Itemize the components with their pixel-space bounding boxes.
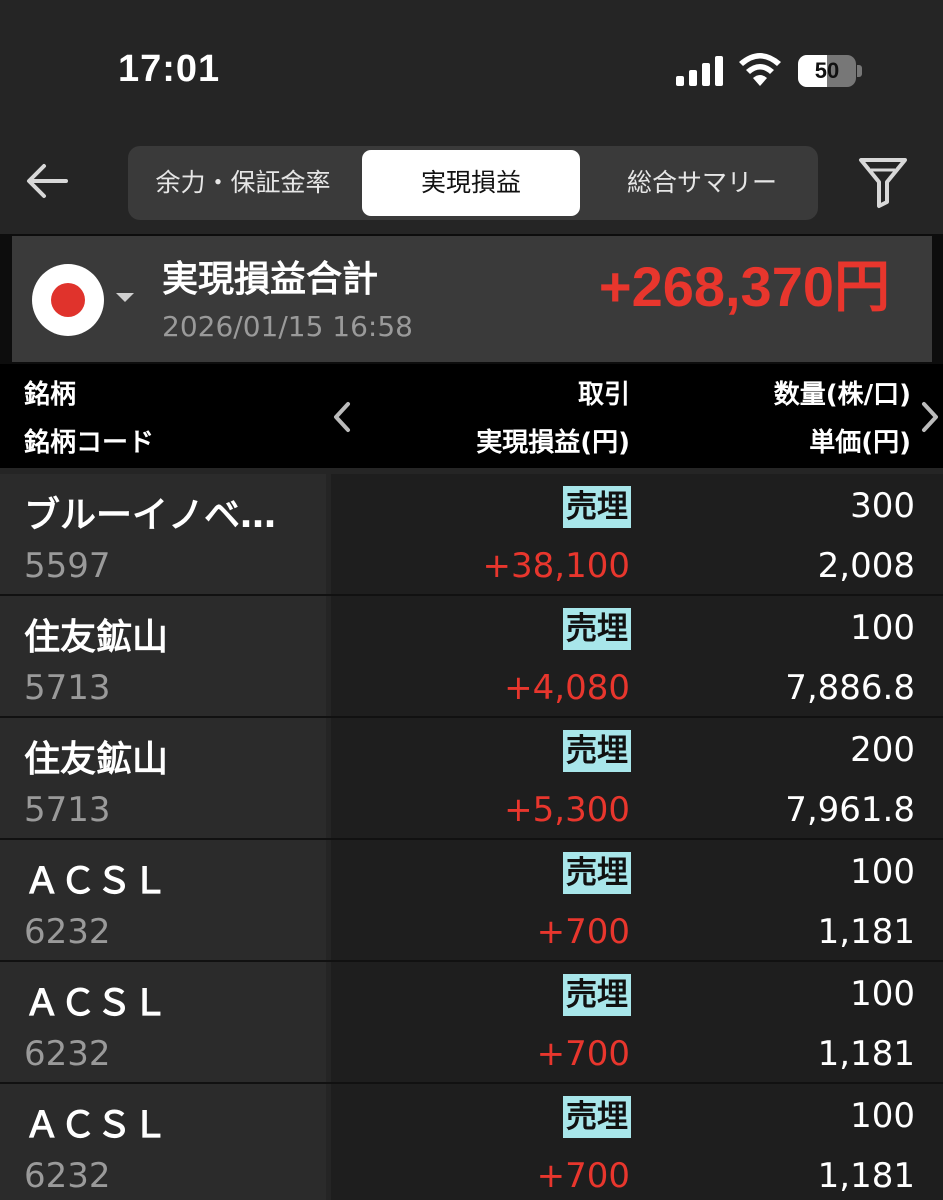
stock-name: 住友鉱山 bbox=[24, 617, 169, 658]
table-row[interactable]: ＡＣＳＬ 6232 売埋 +700 100 1,181 bbox=[0, 1084, 943, 1200]
unit-price: 2,008 bbox=[817, 546, 915, 586]
trade-type-badge: 売埋 bbox=[563, 852, 631, 894]
cellular-signal-icon bbox=[676, 56, 723, 86]
stock-code: 5713 bbox=[24, 668, 111, 708]
arrow-left-icon[interactable] bbox=[22, 158, 72, 204]
stock-name: ＡＣＳＬ bbox=[24, 861, 169, 902]
quantity: 100 bbox=[850, 974, 915, 1014]
trade-type-badge: 売埋 bbox=[563, 486, 631, 528]
table-header: 銘柄 銘柄コード 取引 実現損益(円) 数量(株/口) 単価(円) bbox=[0, 364, 943, 468]
status-time: 17:01 bbox=[118, 48, 221, 90]
table-row[interactable]: 住友鉱山 5713 売埋 +4,080 100 7,886.8 bbox=[0, 596, 943, 718]
table-row[interactable]: ＡＣＳＬ 6232 売埋 +700 100 1,181 bbox=[0, 962, 943, 1084]
summary-title: 実現損益合計 bbox=[162, 259, 379, 300]
unit-price: 1,181 bbox=[817, 1156, 915, 1196]
stock-code: 6232 bbox=[24, 1156, 111, 1196]
header-qty: 数量(株/口) bbox=[773, 380, 911, 410]
trade-type-badge: 売埋 bbox=[563, 730, 631, 772]
filter-icon[interactable] bbox=[855, 154, 911, 210]
status-bar: 17:01 50 bbox=[0, 0, 943, 130]
stock-name: ＡＣＳＬ bbox=[24, 983, 169, 1024]
header-trade: 取引 bbox=[577, 380, 630, 410]
trade-type-badge: 売埋 bbox=[563, 608, 631, 650]
quantity: 200 bbox=[850, 730, 915, 770]
table-row[interactable]: 住友鉱山 5713 売埋 +5,300 200 7,961.8 bbox=[0, 718, 943, 840]
summary-total: +268,370円 bbox=[598, 255, 890, 318]
trade-type-badge: 売埋 bbox=[563, 974, 631, 1016]
realized-pnl: +4,080 bbox=[504, 668, 630, 708]
table-row[interactable]: ＡＣＳＬ 6232 売埋 +700 100 1,181 bbox=[0, 840, 943, 962]
quantity: 100 bbox=[850, 1096, 915, 1136]
stock-name: ＡＣＳＬ bbox=[24, 1105, 169, 1146]
chevron-left-icon[interactable] bbox=[330, 400, 354, 434]
table-row[interactable]: ブルーイノベ… 5597 売埋 +38,100 300 2,008 bbox=[0, 474, 943, 596]
nav-bar: 余力・保証金率 実現損益 総合サマリー bbox=[0, 130, 943, 234]
summary-timestamp: 2026/01/15 16:58 bbox=[162, 310, 413, 343]
quantity: 100 bbox=[850, 608, 915, 648]
header-pnl: 実現損益(円) bbox=[476, 428, 630, 458]
header-price: 単価(円) bbox=[809, 428, 911, 458]
segmented-control: 余力・保証金率 実現損益 総合サマリー bbox=[128, 146, 818, 220]
stock-code: 5597 bbox=[24, 546, 111, 586]
market-dropdown-caret-icon[interactable] bbox=[116, 293, 134, 302]
unit-price: 1,181 bbox=[817, 1034, 915, 1074]
trades-list: ブルーイノベ… 5597 売埋 +38,100 300 2,008 住友鉱山 5… bbox=[0, 468, 943, 1200]
realized-pnl: +38,100 bbox=[482, 546, 630, 586]
unit-price: 7,961.8 bbox=[785, 790, 915, 830]
wifi-icon bbox=[739, 53, 781, 86]
stock-name: 住友鉱山 bbox=[24, 739, 169, 780]
tab-margin-rate[interactable]: 余力・保証金率 bbox=[128, 150, 358, 216]
quantity: 300 bbox=[850, 486, 915, 526]
tab-total-summary[interactable]: 総合サマリー bbox=[586, 150, 818, 216]
stock-code: 6232 bbox=[24, 1034, 111, 1074]
battery-indicator: 50 bbox=[798, 55, 862, 87]
chevron-right-icon[interactable] bbox=[918, 400, 942, 434]
realized-pnl: +700 bbox=[536, 1156, 630, 1196]
unit-price: 1,181 bbox=[817, 912, 915, 952]
realized-pnl: +700 bbox=[536, 1034, 630, 1074]
realized-pnl-summary: 実現損益合計 2026/01/15 16:58 +268,370円 bbox=[12, 236, 932, 362]
unit-price: 7,886.8 bbox=[785, 668, 915, 708]
stock-code: 5713 bbox=[24, 790, 111, 830]
header-code: 銘柄コード bbox=[24, 428, 155, 458]
quantity: 100 bbox=[850, 852, 915, 892]
realized-pnl: +5,300 bbox=[504, 790, 630, 830]
japan-flag-icon[interactable] bbox=[32, 264, 104, 336]
stock-code: 6232 bbox=[24, 912, 111, 952]
stock-name: ブルーイノベ… bbox=[24, 495, 277, 536]
trade-type-badge: 売埋 bbox=[563, 1096, 631, 1138]
realized-pnl: +700 bbox=[536, 912, 630, 952]
battery-percent: 50 bbox=[814, 58, 840, 83]
tab-realized-pnl[interactable]: 実現損益 bbox=[362, 150, 580, 216]
header-name: 銘柄 bbox=[24, 380, 77, 410]
